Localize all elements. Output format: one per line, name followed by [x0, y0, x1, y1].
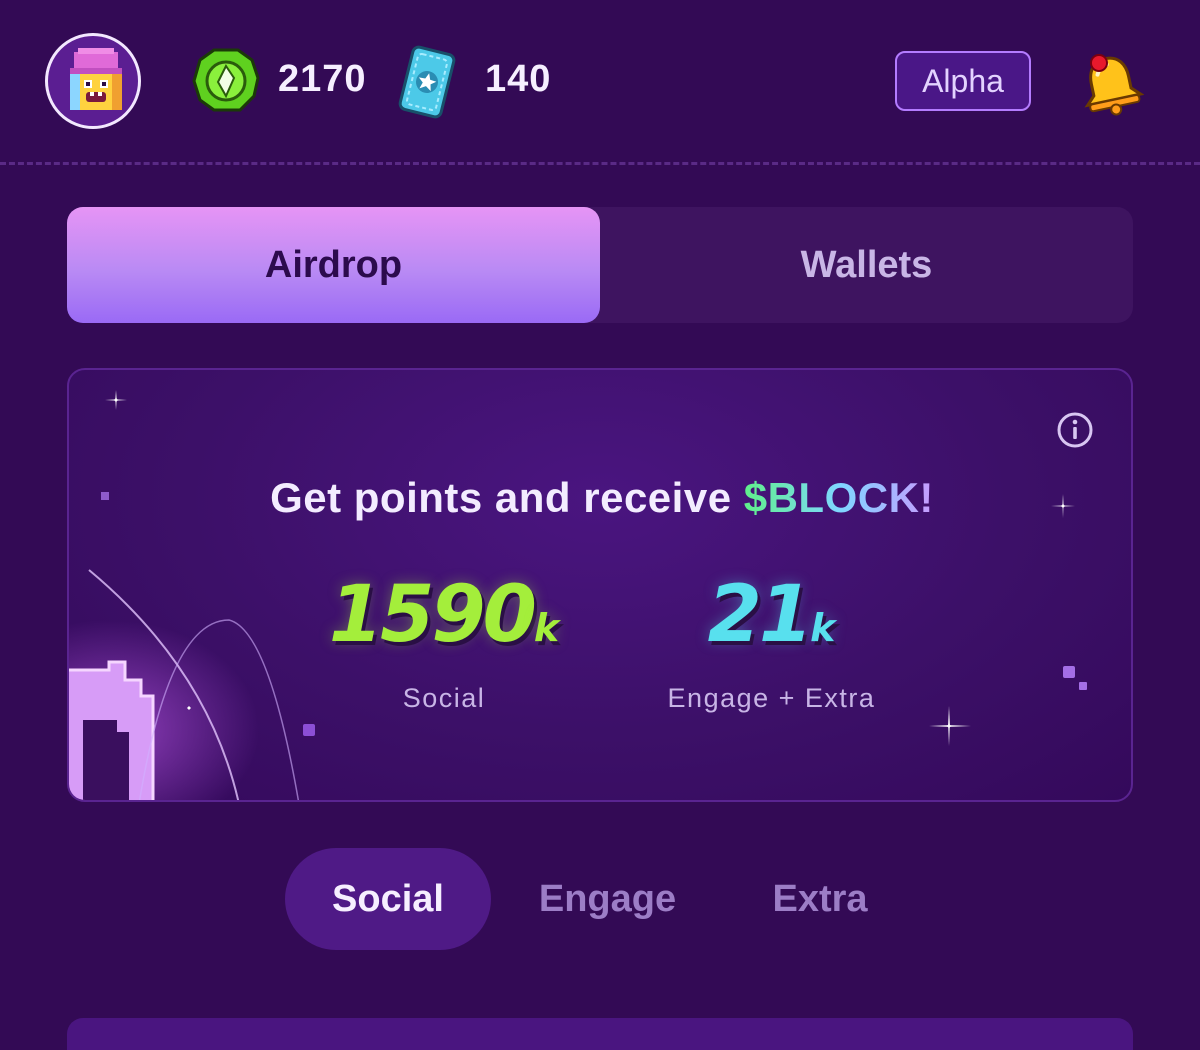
headline-text: Get points and receive	[270, 474, 744, 521]
tab-engage[interactable]: Engage	[510, 848, 705, 950]
top-bar: 2170 140 Alpha	[0, 0, 1200, 165]
info-icon[interactable]	[1055, 410, 1095, 450]
tab-extra[interactable]: Extra	[745, 848, 895, 950]
engage-points-unit: k	[810, 606, 836, 650]
social-points-label: Social	[402, 683, 486, 713]
engage-points-value: 21k	[629, 570, 914, 673]
coin-icon	[192, 48, 260, 112]
tab-airdrop[interactable]: Airdrop	[67, 207, 600, 323]
tab-social[interactable]: Social	[285, 848, 491, 950]
engage-points-number: 21	[707, 570, 814, 660]
header-divider	[0, 162, 1200, 165]
social-points-value: 1590k	[324, 570, 564, 673]
main-tabs: Airdrop Wallets	[67, 207, 1133, 323]
bell-notification-icon[interactable]	[1078, 50, 1144, 116]
engage-points-label: Engage + Extra	[667, 683, 876, 713]
profile-avatar[interactable]	[45, 33, 141, 129]
avatar-character-icon	[70, 48, 122, 110]
content-panel	[67, 1018, 1133, 1050]
coin-balance: 2170	[278, 58, 367, 100]
alpha-badge[interactable]: Alpha	[895, 51, 1031, 111]
tab-wallets[interactable]: Wallets	[600, 207, 1133, 323]
card-decoration	[69, 390, 1087, 800]
card-headline: Get points and receive $BLOCK!	[69, 474, 1131, 522]
airdrop-points-card: Get points and receive $BLOCK! 1590k Soc…	[67, 368, 1133, 802]
ticket-balance: 140	[485, 58, 552, 100]
engage-extra-points: 21k Engage + Extra	[629, 570, 914, 714]
social-points-unit: k	[533, 606, 560, 650]
ticket-icon	[398, 45, 456, 119]
social-points: 1590k Social	[324, 570, 564, 714]
social-points-number: 1590	[328, 570, 537, 660]
token-name: $BLOCK!	[743, 474, 934, 521]
notification-dot	[1090, 54, 1108, 72]
